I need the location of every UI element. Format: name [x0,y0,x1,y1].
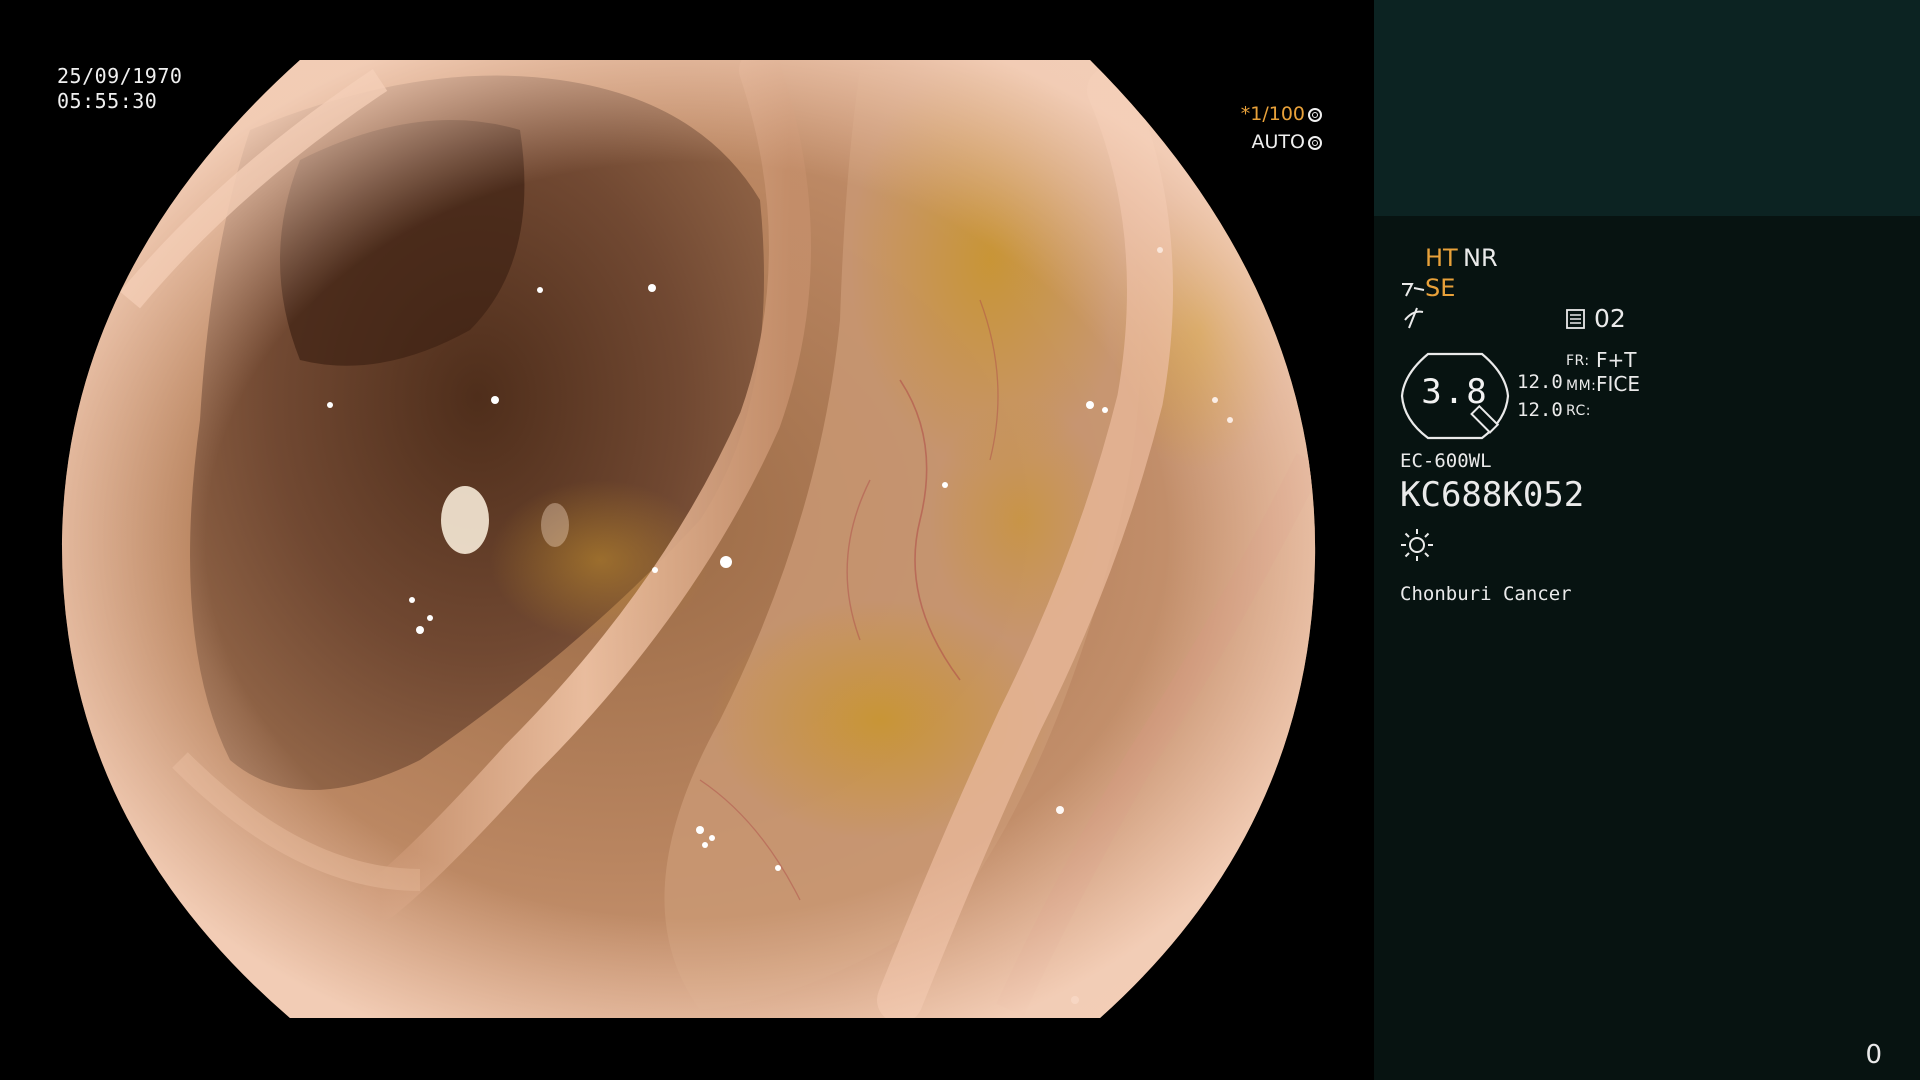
enhance-icon [1402,283,1425,297]
value-upper: 12.0 [1517,371,1563,393]
info-panel-header-area [1374,0,1920,216]
frame-counter: 0 [1865,1040,1882,1070]
fr-value: F+T [1596,348,1637,372]
rc-label: RC: [1566,403,1592,419]
info-panel [1374,0,1920,1080]
scope-serial: KC688K052 [1400,475,1585,515]
shutter-speed-value: *1/100 [1240,103,1305,125]
iris-icon [1308,136,1322,150]
endoscopic-image [61,60,1316,1018]
aperture-icon [1308,108,1322,122]
shutter-speed-row: *1/100 [1241,100,1322,128]
mm-label: MM: [1566,378,1597,394]
se-indicator: SE [1425,274,1456,302]
structure-icon [1404,307,1424,329]
value-lower: 12.0 [1517,399,1563,421]
mm-value: FICE [1596,372,1641,396]
exam-time: 05:55:30 [57,89,158,113]
endoscope-image-view: 25/09/1970 05:55:30 *1/100 AUTO [0,0,1374,1080]
exposure-mode-value: AUTO [1251,131,1305,153]
camera-settings-overlay: *1/100 AUTO [1241,100,1322,156]
zoom-value: 3.8 [1421,372,1489,412]
memory-icon [1566,309,1585,329]
exam-date: 25/09/1970 [57,64,183,88]
institution-name: Chonburi Cancer [1400,583,1572,605]
exposure-mode-row: AUTO [1241,128,1322,156]
memory-index: 02 [1594,304,1626,333]
nr-indicator: NR [1463,244,1498,272]
zoom-indicator: 3.8 [1400,352,1510,440]
scope-model: EC-600WL [1400,450,1492,472]
ht-indicator: HT [1425,244,1458,272]
light-source-icon [1401,529,1433,561]
fr-label: FR: [1566,353,1590,369]
